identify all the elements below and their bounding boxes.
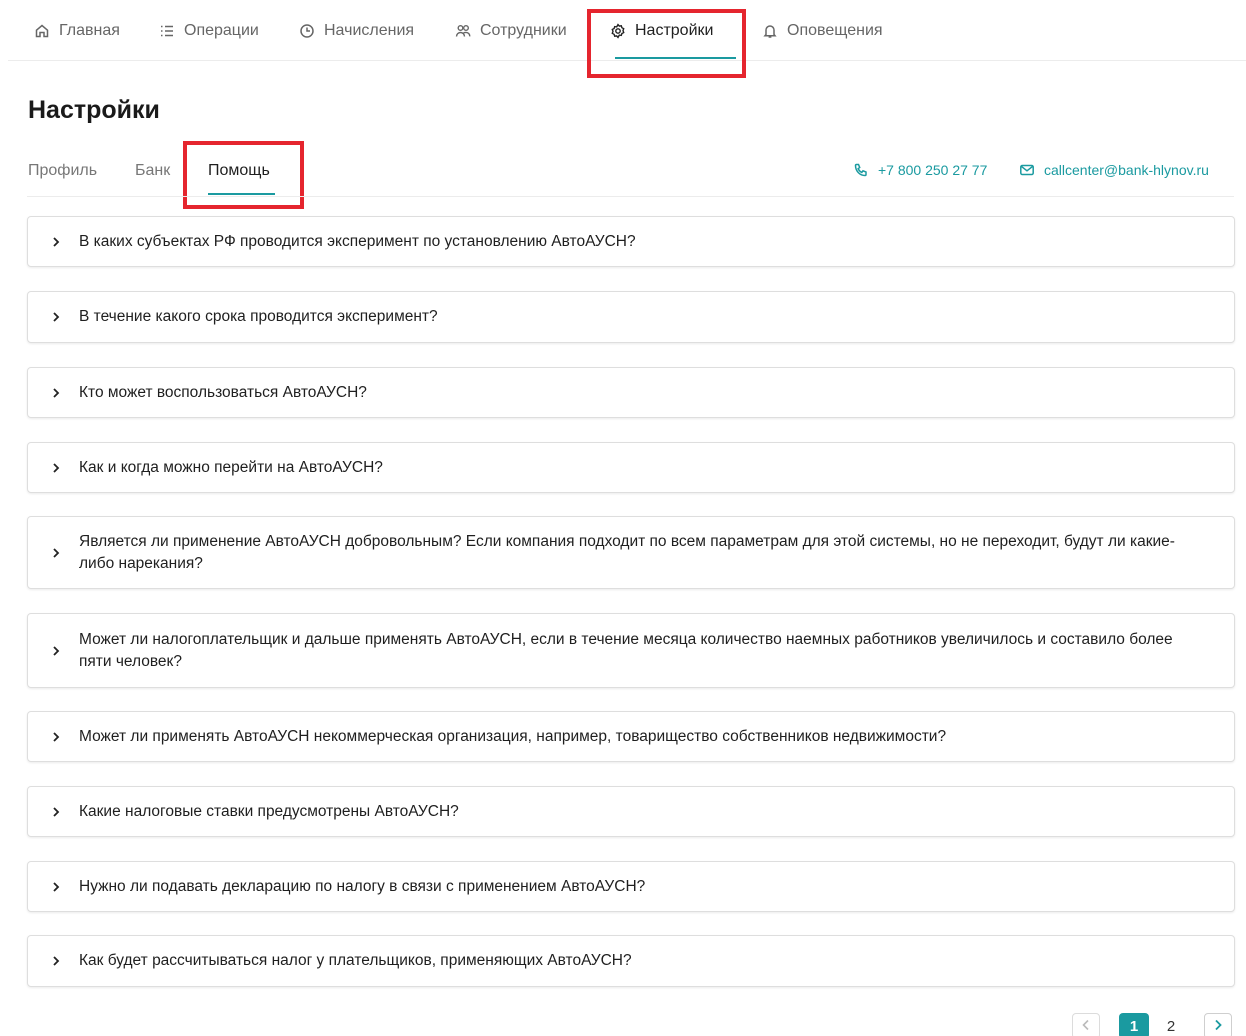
subtab-help[interactable]: Помощь — [208, 162, 270, 180]
chevron-right-icon — [50, 462, 62, 474]
nav-item-label: Операции — [184, 21, 259, 39]
faq-item[interactable]: Кто может воспользоваться АвтоАУСН? — [27, 367, 1235, 418]
faq-question: Как будет рассчитываться налог у платель… — [79, 952, 632, 969]
chevron-right-icon — [50, 387, 62, 399]
settings-subtabs: Профиль Банк Помощь +7 800 250 27 77 cal… — [27, 150, 1234, 197]
nav-item-home[interactable]: Главная — [34, 0, 120, 61]
faq-item[interactable]: В каких субъектах РФ проводится эксперим… — [27, 216, 1235, 267]
faq-item[interactable]: Как и когда можно перейти на АвтоАУСН? — [27, 442, 1235, 493]
pagination-prev-button[interactable] — [1072, 1013, 1100, 1036]
home-icon — [34, 23, 50, 39]
faq-item[interactable]: В течение какого срока проводится экспер… — [27, 291, 1235, 343]
faq-item[interactable]: Может ли налогоплательщик и дальше приме… — [27, 613, 1235, 688]
chevron-right-icon — [50, 731, 62, 743]
gear-icon — [610, 22, 626, 39]
users-icon — [455, 23, 471, 39]
top-navigation: Главная Операции Начисления Сотрудники Н… — [8, 0, 1246, 61]
clock-icon — [299, 23, 315, 39]
pagination-next-button[interactable] — [1204, 1013, 1232, 1036]
chevron-right-icon — [50, 311, 62, 323]
page-title: Настройки — [28, 96, 160, 124]
bell-icon — [762, 23, 778, 39]
mail-icon — [1019, 162, 1035, 178]
nav-item-label: Начисления — [324, 21, 415, 39]
nav-item-settings[interactable]: Настройки — [610, 0, 713, 61]
nav-item-label: Сотрудники — [480, 21, 567, 39]
chevron-right-icon — [50, 547, 62, 559]
active-tab-indicator — [615, 57, 736, 59]
list-icon — [159, 23, 175, 39]
chevron-right-icon — [50, 881, 62, 893]
nav-item-operations[interactable]: Операции — [159, 0, 259, 61]
faq-question: Может ли налогоплательщик и дальше приме… — [79, 630, 1173, 670]
faq-item[interactable]: Как будет рассчитываться налог у платель… — [27, 935, 1235, 987]
faq-question: Кто может воспользоваться АвтоАУСН? — [79, 383, 367, 401]
nav-item-employees[interactable]: Сотрудники — [455, 0, 567, 61]
pagination-page-2[interactable]: 2 — [1156, 1013, 1186, 1036]
chevron-right-icon — [50, 955, 62, 967]
email-text: callcenter@bank-hlynov.ru — [1044, 162, 1209, 178]
faq-item[interactable]: Нужно ли подавать декларацию по налогу в… — [27, 861, 1235, 912]
faq-item[interactable]: Является ли применение АвтоАУСН добровол… — [27, 516, 1235, 589]
chevron-right-icon — [50, 806, 62, 818]
phone-icon — [853, 162, 869, 178]
nav-item-label: Настройки — [635, 21, 714, 39]
faq-item[interactable]: Какие налоговые ставки предусмотрены Авт… — [27, 786, 1235, 837]
nav-item-accruals[interactable]: Начисления — [299, 0, 414, 61]
chevron-right-icon — [50, 236, 62, 248]
pagination-page-1[interactable]: 1 — [1119, 1013, 1149, 1036]
faq-question: Как и когда можно перейти на АвтоАУСН? — [79, 458, 383, 476]
phone-text: +7 800 250 27 77 — [878, 162, 988, 178]
faq-item[interactable]: Может ли применять АвтоАУСН некоммерческ… — [27, 711, 1235, 762]
chevron-right-icon — [50, 645, 62, 657]
faq-question: В течение какого срока проводится экспер… — [79, 308, 438, 325]
faq-question: Является ли применение АвтоАУСН добровол… — [79, 532, 1175, 572]
nav-item-notifications[interactable]: Оповещения — [762, 0, 883, 61]
chevron-left-icon — [1081, 1018, 1091, 1035]
nav-item-label: Главная — [59, 21, 120, 39]
active-subtab-indicator — [208, 193, 275, 195]
chevron-right-icon — [1213, 1018, 1223, 1035]
faq-question: Какие налоговые ставки предусмотрены Авт… — [79, 802, 459, 820]
email-link[interactable]: callcenter@bank-hlynov.ru — [1019, 162, 1209, 178]
subtab-profile[interactable]: Профиль — [28, 162, 97, 180]
phone-link[interactable]: +7 800 250 27 77 — [853, 162, 987, 178]
faq-question: Может ли применять АвтоАУСН некоммерческ… — [79, 727, 947, 745]
subtab-bank[interactable]: Банк — [135, 162, 170, 180]
nav-item-label: Оповещения — [787, 21, 883, 39]
faq-question: Нужно ли подавать декларацию по налогу в… — [79, 877, 646, 895]
faq-question: В каких субъектах РФ проводится эксперим… — [79, 232, 636, 250]
